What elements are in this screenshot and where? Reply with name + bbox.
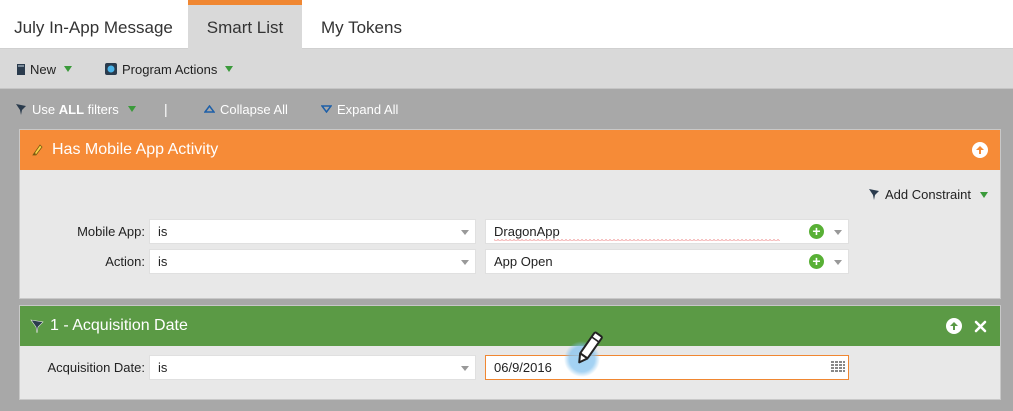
- filter-header-buttons: [972, 130, 988, 170]
- operator-value: is: [158, 360, 168, 375]
- remove-filter-icon[interactable]: [972, 318, 988, 334]
- acquisition-date-label: Acquisition Date:: [47, 360, 145, 375]
- filter-title: Has Mobile App Activity: [52, 141, 219, 158]
- action-value: App Open: [494, 254, 553, 269]
- expand-all-button[interactable]: Expand All: [321, 90, 398, 128]
- toolbar-separator: |: [164, 101, 168, 117]
- collapse-all-label: Collapse All: [220, 101, 288, 117]
- collapse-triangle-icon: [204, 105, 215, 113]
- add-value-icon[interactable]: +: [809, 254, 824, 269]
- tab-label: July In-App Message: [14, 18, 173, 37]
- filter-toolbar: Use ALL filters | Collapse All Expand Al…: [0, 90, 1013, 128]
- spellcheck-underline: [494, 239, 780, 242]
- use-all-filters-button[interactable]: Use ALL filters: [15, 90, 136, 128]
- new-document-icon: [17, 63, 25, 75]
- add-constraint-label: Add Constraint: [885, 187, 971, 202]
- filter-header-buttons: [946, 306, 988, 346]
- trigger-lightning-icon: [32, 144, 43, 156]
- add-value-icon[interactable]: +: [809, 224, 824, 239]
- calendar-icon[interactable]: [831, 361, 845, 373]
- action-label: Action:: [105, 254, 145, 269]
- tab-label: Smart List: [206, 18, 284, 37]
- action-operator-select[interactable]: is: [149, 249, 476, 274]
- pencil-edit-cursor-icon: [564, 331, 603, 377]
- program-toolbar: New Program Actions: [0, 49, 1013, 89]
- tab-smart-list[interactable]: Smart List: [188, 0, 302, 49]
- move-up-icon[interactable]: [946, 318, 962, 334]
- mobile-app-value-field[interactable]: DragonApp +: [485, 219, 849, 244]
- mobile-app-value: DragonApp: [494, 224, 780, 242]
- chevron-down-icon: [461, 366, 469, 371]
- filter-title: 1 - Acquisition Date: [50, 317, 188, 334]
- mobile-app-label: Mobile App:: [77, 224, 145, 239]
- filter-panel-mobile-app-activity: Has Mobile App Activity Add Constraint M…: [19, 129, 1001, 299]
- new-button[interactable]: New: [16, 49, 73, 89]
- tab-my-tokens[interactable]: My Tokens: [303, 0, 420, 49]
- mobile-app-operator-select[interactable]: is: [149, 219, 476, 244]
- chevron-down-icon: [980, 191, 988, 198]
- program-actions-label: Program Actions: [122, 61, 218, 77]
- new-button-label: New: [30, 61, 57, 77]
- operator-value: is: [158, 254, 168, 269]
- use-all-filters-label: Use ALL filters: [32, 101, 119, 117]
- acquisition-date-input[interactable]: 06/9/2016: [485, 355, 849, 380]
- filter-funnel-icon: [869, 189, 879, 200]
- program-actions-button[interactable]: Program Actions: [104, 49, 234, 89]
- move-up-icon[interactable]: [972, 142, 988, 158]
- program-actions-icon: [105, 63, 117, 75]
- tab-label: My Tokens: [321, 18, 402, 37]
- action-value-field[interactable]: App Open +: [485, 249, 849, 274]
- chevron-down-icon: [127, 106, 136, 112]
- add-constraint-button[interactable]: Add Constraint: [868, 187, 988, 202]
- collapse-all-button[interactable]: Collapse All: [204, 90, 288, 128]
- chevron-down-icon[interactable]: [834, 260, 842, 265]
- tab-july-in-app-message[interactable]: July In-App Message: [0, 0, 187, 49]
- chevron-down-icon: [461, 260, 469, 265]
- expand-triangle-icon: [321, 105, 332, 113]
- filter-header[interactable]: 1 - Acquisition Date: [20, 306, 1000, 346]
- filter-funnel-icon: [30, 319, 44, 333]
- filter-panel-acquisition-date: 1 - Acquisition Date Acquisition Date: i…: [19, 305, 1001, 400]
- acquisition-date-operator-select[interactable]: is: [149, 355, 476, 380]
- chevron-down-icon: [225, 66, 234, 72]
- date-value: 06/9/2016: [494, 360, 552, 375]
- expand-all-label: Expand All: [337, 101, 399, 117]
- tab-bar: July In-App Message Smart List My Tokens: [0, 0, 1013, 49]
- chevron-down-icon: [64, 66, 73, 72]
- filter-funnel-icon: [16, 103, 26, 115]
- operator-value: is: [158, 224, 168, 239]
- chevron-down-icon: [461, 230, 469, 235]
- filter-header[interactable]: Has Mobile App Activity: [20, 130, 1000, 170]
- chevron-down-icon[interactable]: [834, 230, 842, 235]
